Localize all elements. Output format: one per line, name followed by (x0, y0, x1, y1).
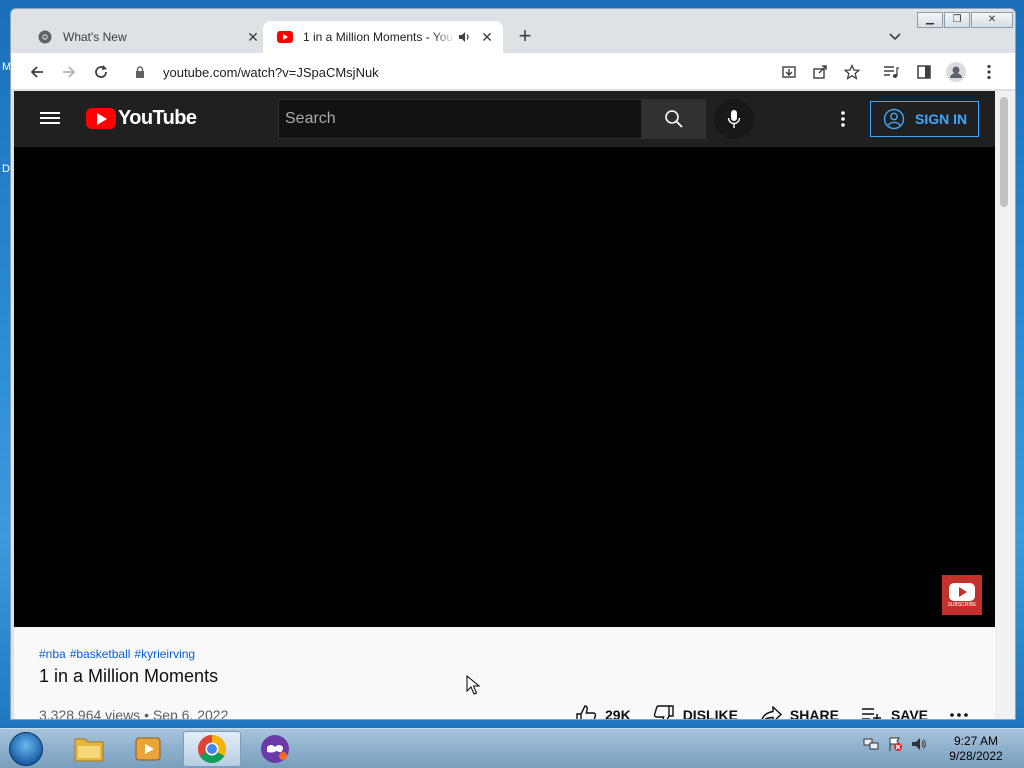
share-page-icon[interactable] (808, 60, 832, 84)
media-controls-icon[interactable] (879, 60, 903, 84)
tab-youtube[interactable]: 1 in a Million Moments - YouTube ✕ (263, 21, 503, 53)
tab-whats-new[interactable]: What's New ✕ (23, 21, 269, 53)
taskbar-chrome[interactable] (183, 731, 241, 767)
mouse-cursor-icon (466, 674, 481, 700)
taskbar-app[interactable] (246, 731, 304, 767)
youtube-play-icon (949, 582, 975, 601)
logo-text: YouTube (118, 107, 197, 129)
microphone-icon (727, 110, 741, 128)
page-scrollbar[interactable] (995, 91, 1015, 719)
start-button[interactable] (4, 730, 48, 768)
hashtag-link[interactable]: #nba (39, 647, 66, 661)
url-text: youtube.com/watch?v=JSpaCMsjNuk (163, 64, 379, 80)
desktop-icon-label: D (2, 163, 10, 175)
more-horizontal-icon (950, 713, 968, 717)
system-tray (862, 735, 934, 753)
forward-button[interactable] (57, 60, 81, 84)
watermark-text: SUBSCRIBE (947, 601, 977, 608)
minimize-button[interactable]: ▁ (917, 12, 943, 28)
clock-date: 9/28/2022 (949, 749, 1003, 763)
browser-toolbar: youtube.com/watch?v=JSpaCMsjNuk (11, 53, 1015, 90)
chrome-icon (37, 29, 53, 45)
chrome-icon (198, 735, 226, 763)
share-label: SHARE (789, 707, 839, 720)
dislike-button[interactable]: DISLIKE (653, 705, 738, 720)
hashtag-link[interactable]: #kyrieirving (134, 647, 195, 661)
thumbs-down-icon (653, 705, 675, 719)
taskbar: 9:27 AM 9/28/2022 (0, 728, 1024, 768)
lock-icon[interactable] (135, 66, 151, 78)
clock-time: 9:27 AM (953, 734, 999, 748)
scrollbar-thumb[interactable] (1000, 97, 1008, 207)
tab-title: What's New (63, 30, 127, 44)
back-button[interactable] (25, 60, 49, 84)
sign-in-button[interactable]: SIGN IN (870, 101, 979, 137)
close-window-button[interactable]: ✕ (971, 12, 1013, 28)
video-meta: 3,328,964 views • Sep 6, 2022 (39, 707, 229, 720)
search-button[interactable] (642, 99, 706, 139)
hashtags: #nba #basketball #kyrieirving (39, 647, 979, 661)
search-box (278, 99, 642, 139)
video-title: 1 in a Million Moments (39, 666, 219, 686)
voice-search-button[interactable] (714, 99, 754, 139)
thumbs-up-icon (575, 705, 597, 719)
hashtag-link[interactable]: #basketball (70, 647, 131, 661)
like-button[interactable]: 29K (575, 705, 631, 720)
chevron-down-icon[interactable] (885, 27, 905, 47)
search-icon (665, 110, 683, 128)
tab-strip: What's New ✕ 1 in a Million Moments - Yo… (11, 9, 1015, 53)
settings-menu-icon[interactable] (831, 107, 855, 131)
taskbar-media-player[interactable] (120, 731, 178, 767)
save-label: SAVE (890, 707, 929, 720)
profile-avatar-icon[interactable] (944, 60, 968, 84)
video-info: #nba #basketball #kyrieirving 1 in a Milli… (39, 647, 979, 719)
save-button[interactable]: SAVE (861, 707, 929, 720)
reload-button[interactable] (89, 60, 113, 84)
playlist-add-icon (861, 707, 883, 719)
share-button[interactable]: SHARE (760, 706, 839, 720)
account-icon (883, 108, 905, 130)
video-player[interactable]: SUBSCRIBE (14, 147, 995, 627)
menu-icon[interactable] (40, 109, 60, 129)
video-actions: 29K DISLIKE SHARE SAVE (575, 705, 990, 720)
sign-in-label: SIGN IN (915, 111, 968, 127)
folder-icon (74, 738, 104, 762)
mask-app-icon (261, 735, 289, 763)
window-controls: ▁ ❐ ✕ (916, 12, 1013, 28)
youtube-header: YouTube SIGN IN (14, 91, 995, 147)
subscribe-watermark[interactable]: SUBSCRIBE (942, 575, 982, 615)
network-icon[interactable] (862, 735, 880, 753)
browser-window: What's New ✕ 1 in a Million Moments - Yo… (10, 8, 1016, 720)
new-tab-button[interactable]: + (513, 25, 537, 49)
taskbar-explorer[interactable] (60, 731, 118, 767)
share-arrow-icon (760, 706, 782, 719)
system-clock[interactable]: 9:27 AM 9/28/2022 (940, 734, 1012, 764)
youtube-page: YouTube SIGN IN (14, 91, 995, 719)
youtube-logo[interactable]: YouTube (86, 107, 197, 130)
tab-close-icon[interactable]: ✕ (477, 27, 497, 47)
search-input[interactable] (279, 100, 641, 138)
youtube-play-icon (86, 108, 116, 129)
install-icon[interactable] (777, 60, 801, 84)
bookmark-star-icon[interactable] (840, 60, 864, 84)
volume-icon[interactable] (910, 735, 928, 753)
like-count: 29K (605, 707, 631, 720)
action-center-flag-icon[interactable] (886, 735, 904, 753)
dislike-label: DISLIKE (682, 707, 738, 720)
speaker-icon[interactable] (455, 29, 473, 45)
side-panel-icon[interactable] (912, 60, 936, 84)
maximize-button[interactable]: ❐ (944, 12, 970, 28)
windows-logo-icon (9, 732, 43, 766)
more-actions-button[interactable] (950, 713, 968, 717)
tab-title: 1 in a Million Moments - YouTube (303, 30, 455, 44)
browser-menu-icon[interactable] (977, 60, 1001, 84)
media-player-icon (135, 737, 161, 761)
tab-close-icon[interactable]: ✕ (243, 27, 263, 47)
youtube-icon (277, 29, 293, 45)
address-bar[interactable]: youtube.com/watch?v=JSpaCMsjNuk (127, 57, 869, 87)
